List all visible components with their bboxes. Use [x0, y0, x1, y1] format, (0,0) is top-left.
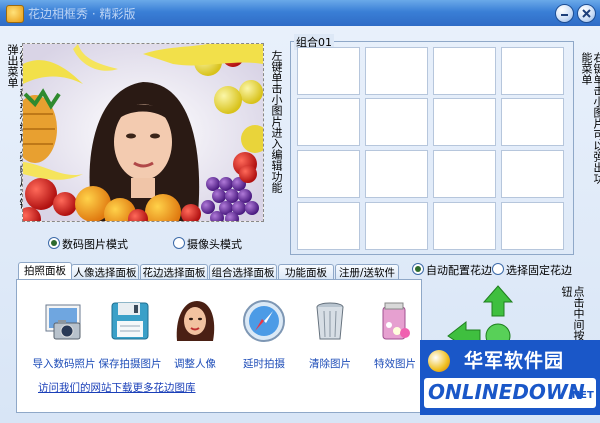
close-button[interactable]	[577, 4, 596, 23]
title-bar[interactable]: 花边相框秀 · 精彩版	[0, 0, 600, 27]
middle-hint: 左键单击小图片进入编辑功能	[270, 50, 283, 193]
mode-option-digital[interactable]: 数码图片模式	[48, 236, 168, 251]
tool-label: 导入数码照片	[32, 358, 96, 370]
watermark-en-text: ONLINEDOWN	[428, 380, 585, 404]
radio-icon[interactable]	[492, 263, 504, 275]
border-option-fixed[interactable]: 选择固定花边	[492, 262, 592, 277]
photo-canvas[interactable]	[22, 43, 264, 222]
camera-icon	[45, 304, 81, 340]
tool-label: 保存拍摄图片	[98, 358, 162, 370]
effects-image-button[interactable]: 特效图片	[363, 297, 427, 377]
save-photo-button[interactable]: 保存拍摄图片	[98, 297, 162, 377]
thumbnail-slot[interactable]	[365, 202, 428, 250]
border-option-label: 自动配置花边	[426, 264, 492, 277]
thumbnail-slot[interactable]	[501, 150, 564, 198]
thumbnail-slot[interactable]	[433, 202, 496, 250]
timer-shot-button[interactable]: 延时拍摄	[232, 297, 296, 377]
tool-label: 特效图片	[374, 358, 416, 370]
watermark-net-text: .NET	[568, 390, 594, 401]
trash-bin-icon	[316, 302, 344, 340]
border-option-label: 选择固定花边	[506, 264, 572, 277]
up-arrow-icon[interactable]	[482, 285, 514, 317]
watermark-cn-text: 华军软件园	[464, 350, 565, 372]
thumbnail-slot[interactable]	[501, 98, 564, 146]
thumbnail-slot[interactable]	[501, 202, 564, 250]
mode-option-camera[interactable]: 摄像头模式	[173, 236, 273, 251]
thumbnail-slot[interactable]	[433, 47, 496, 95]
thumbnail-slot[interactable]	[433, 150, 496, 198]
border-option-auto[interactable]: 自动配置花边	[412, 262, 502, 277]
app-icon	[6, 5, 24, 23]
tool-label: 清除图片	[309, 358, 351, 370]
portrait-fruit-frame-image	[23, 44, 263, 221]
tool-label: 延时拍摄	[243, 358, 285, 370]
right-hint: 右键单击小图片可以弹出功能菜单	[580, 52, 600, 184]
right-hint-bottom: 点击中间按钮	[560, 286, 585, 341]
radio-selected-icon[interactable]	[412, 263, 424, 275]
compass-timer-icon	[243, 300, 285, 342]
arrow-control-pad	[447, 285, 514, 348]
thumbnail-slot[interactable]	[297, 150, 360, 198]
adjust-portrait-button[interactable]: 调整人像	[163, 297, 227, 377]
website-link[interactable]: 访问我们的网站下载更多花边图库	[38, 380, 196, 395]
close-icon	[582, 9, 591, 18]
import-photo-button[interactable]: 导入数码照片	[32, 297, 96, 377]
floppy-save-icon	[111, 302, 149, 340]
effects-icon	[382, 302, 410, 340]
tool-label: 调整人像	[174, 358, 216, 370]
mode-option-label: 数码图片模式	[62, 238, 128, 251]
thumbnail-slot[interactable]	[433, 98, 496, 146]
thumbnail-grid	[297, 47, 567, 250]
watermark: 华军软件园 ONLINEDOWN .NET	[420, 340, 600, 415]
window-title: 花边相框秀 · 精彩版	[28, 7, 136, 21]
radio-selected-icon[interactable]	[48, 237, 60, 249]
watermark-logo-icon	[428, 350, 450, 372]
portrait-icon	[176, 301, 215, 341]
mode-option-label: 摄像头模式	[187, 238, 242, 251]
thumbnail-slot[interactable]	[365, 150, 428, 198]
thumbnail-slot[interactable]	[501, 47, 564, 95]
minimize-button[interactable]	[555, 4, 574, 23]
clear-image-button[interactable]: 清除图片	[298, 297, 362, 377]
thumbnail-slot[interactable]	[297, 47, 360, 95]
minimize-icon	[561, 14, 568, 16]
thumbnail-slot[interactable]	[297, 98, 360, 146]
radio-icon[interactable]	[173, 237, 185, 249]
thumbnail-slot[interactable]	[297, 202, 360, 250]
thumbnail-slot[interactable]	[365, 47, 428, 95]
thumbnail-slot[interactable]	[365, 98, 428, 146]
